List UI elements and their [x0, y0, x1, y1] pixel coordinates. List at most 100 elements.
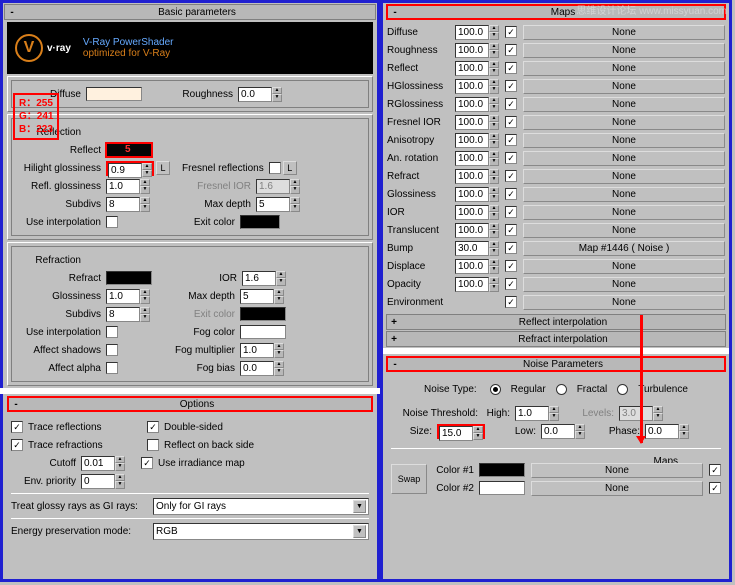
- swap-button[interactable]: Swap: [391, 464, 427, 494]
- map-slot-button[interactable]: None: [523, 25, 725, 40]
- refl-gloss-spinner[interactable]: ▲▼: [106, 179, 150, 194]
- map-slot-button[interactable]: None: [523, 151, 725, 166]
- map-amount-spinner[interactable]: ▲▼: [455, 61, 499, 76]
- basic-params-header[interactable]: - Basic parameters: [4, 4, 376, 20]
- map-enable-checkbox[interactable]: ✓: [505, 152, 517, 164]
- map-enable-checkbox[interactable]: ✓: [505, 26, 517, 38]
- subdivs2-spinner[interactable]: ▲▼: [106, 307, 150, 322]
- map-amount-spinner[interactable]: ▲▼: [455, 43, 499, 58]
- map-slot-button[interactable]: None: [523, 97, 725, 112]
- irradiance-checkbox[interactable]: ✓: [141, 457, 153, 469]
- map-enable-checkbox[interactable]: ✓: [505, 224, 517, 236]
- map-slot-button[interactable]: None: [523, 295, 725, 310]
- high-spinner[interactable]: ▲▼: [515, 406, 559, 421]
- map-amount-spinner[interactable]: ▲▼: [455, 277, 499, 292]
- map-amount-spinner[interactable]: ▲▼: [455, 169, 499, 184]
- affectalpha-checkbox[interactable]: [106, 362, 118, 374]
- envpriority-spinner[interactable]: ▲▼: [81, 474, 125, 489]
- map-enable-checkbox[interactable]: ✓: [505, 242, 517, 254]
- map-slot-button[interactable]: None: [523, 79, 725, 94]
- map-amount-spinner[interactable]: ▲▼: [455, 223, 499, 238]
- map-amount-spinner[interactable]: ▲▼: [455, 97, 499, 112]
- fogmult-spinner[interactable]: ▲▼: [240, 343, 284, 358]
- map-enable-checkbox[interactable]: ✓: [505, 188, 517, 200]
- map-enable-checkbox[interactable]: ✓: [505, 62, 517, 74]
- maxdepth2-spinner[interactable]: ▲▼: [240, 289, 284, 304]
- L-button-2[interactable]: L: [283, 161, 297, 175]
- map-slot-button[interactable]: None: [523, 277, 725, 292]
- regular-radio[interactable]: [490, 384, 501, 395]
- map-enable-checkbox[interactable]: ✓: [505, 278, 517, 290]
- phase-label: Phase:: [603, 426, 643, 437]
- glossiness-spinner[interactable]: ▲▼: [106, 289, 150, 304]
- map-slot-button[interactable]: None: [523, 169, 725, 184]
- reflectback-checkbox[interactable]: [147, 439, 159, 451]
- map-enable-checkbox[interactable]: ✓: [505, 206, 517, 218]
- turbulence-radio[interactable]: [617, 384, 628, 395]
- reflect-swatch[interactable]: 5: [106, 143, 152, 157]
- map-slot-button[interactable]: None: [523, 223, 725, 238]
- useinterp2-checkbox[interactable]: [106, 326, 118, 338]
- map-amount-spinner[interactable]: ▲▼: [455, 187, 499, 202]
- reflect-interp-header[interactable]: + Reflect interpolation: [386, 314, 726, 330]
- map-amount-spinner[interactable]: ▲▼: [455, 151, 499, 166]
- L-button[interactable]: L: [156, 161, 170, 175]
- map-amount-spinner[interactable]: ▲▼: [455, 133, 499, 148]
- energy-dropdown[interactable]: RGB▼: [153, 523, 369, 540]
- map-slot-button[interactable]: None: [523, 259, 725, 274]
- size-spinner[interactable]: ▲▼: [437, 424, 485, 439]
- fractal-radio[interactable]: [556, 384, 567, 395]
- ior-spinner[interactable]: ▲▼: [242, 271, 286, 286]
- hilight-spinner[interactable]: ▲▼: [106, 161, 154, 176]
- trace-refl-checkbox[interactable]: ✓: [11, 421, 23, 433]
- options-header[interactable]: - Options: [7, 396, 373, 412]
- fogcolor-swatch[interactable]: [240, 325, 286, 339]
- cutoff-spinner[interactable]: ▲▼: [81, 456, 125, 471]
- map-enable-checkbox[interactable]: ✓: [505, 134, 517, 146]
- map-enable-checkbox[interactable]: ✓: [505, 44, 517, 56]
- map-amount-spinner[interactable]: ▲▼: [455, 205, 499, 220]
- map-slot-button[interactable]: None: [523, 205, 725, 220]
- trace-refr-checkbox[interactable]: ✓: [11, 439, 23, 451]
- map-slot-button[interactable]: None: [523, 115, 725, 130]
- map-enable-checkbox[interactable]: ✓: [505, 260, 517, 272]
- refract-interp-header[interactable]: + Refract interpolation: [386, 331, 726, 347]
- doublesided-checkbox[interactable]: ✓: [147, 421, 159, 433]
- roughness-spinner[interactable]: ▲▼: [238, 87, 282, 102]
- map-enable-checkbox[interactable]: ✓: [505, 296, 517, 308]
- map-amount-spinner[interactable]: ▲▼: [455, 241, 499, 256]
- fresnel-checkbox[interactable]: [269, 162, 281, 174]
- map-slot-button[interactable]: Map #1446 ( Noise ): [523, 241, 725, 256]
- maxdepth-spinner[interactable]: ▲▼: [256, 197, 300, 212]
- map-enable-checkbox[interactable]: ✓: [505, 98, 517, 110]
- map-slot-button[interactable]: None: [523, 43, 725, 58]
- map-enable-checkbox[interactable]: ✓: [505, 116, 517, 128]
- map-amount-spinner[interactable]: ▲▼: [455, 25, 499, 40]
- affectshadows-checkbox[interactable]: [106, 344, 118, 356]
- map-enable-checkbox[interactable]: ✓: [505, 80, 517, 92]
- color1-checkbox[interactable]: ✓: [709, 464, 721, 476]
- fogbias-spinner[interactable]: ▲▼: [240, 361, 284, 376]
- map-amount-spinner[interactable]: ▲▼: [455, 79, 499, 94]
- refract-swatch[interactable]: [106, 271, 152, 285]
- exitcolor2-swatch[interactable]: [240, 307, 286, 321]
- map-amount-spinner[interactable]: ▲▼: [455, 115, 499, 130]
- map-amount-spinner[interactable]: ▲▼: [455, 259, 499, 274]
- map-slot-button[interactable]: None: [523, 61, 725, 76]
- subdivs-spinner[interactable]: ▲▼: [106, 197, 150, 212]
- phase-spinner[interactable]: ▲▼: [645, 424, 689, 439]
- color2-map-button[interactable]: None: [531, 481, 703, 496]
- color2-swatch[interactable]: [479, 481, 525, 495]
- color2-checkbox[interactable]: ✓: [709, 482, 721, 494]
- color1-swatch[interactable]: [479, 463, 525, 477]
- map-slot-button[interactable]: None: [523, 133, 725, 148]
- color1-map-button[interactable]: None: [531, 463, 703, 478]
- map-slot-button[interactable]: None: [523, 187, 725, 202]
- diffuse-swatch[interactable]: [86, 87, 142, 101]
- map-enable-checkbox[interactable]: ✓: [505, 170, 517, 182]
- glossy-dropdown[interactable]: Only for GI rays▼: [153, 498, 369, 515]
- exitcolor-swatch[interactable]: [240, 215, 280, 229]
- useinterp-checkbox[interactable]: [106, 216, 118, 228]
- low-spinner[interactable]: ▲▼: [541, 424, 585, 439]
- noise-header[interactable]: - Noise Parameters: [386, 356, 726, 372]
